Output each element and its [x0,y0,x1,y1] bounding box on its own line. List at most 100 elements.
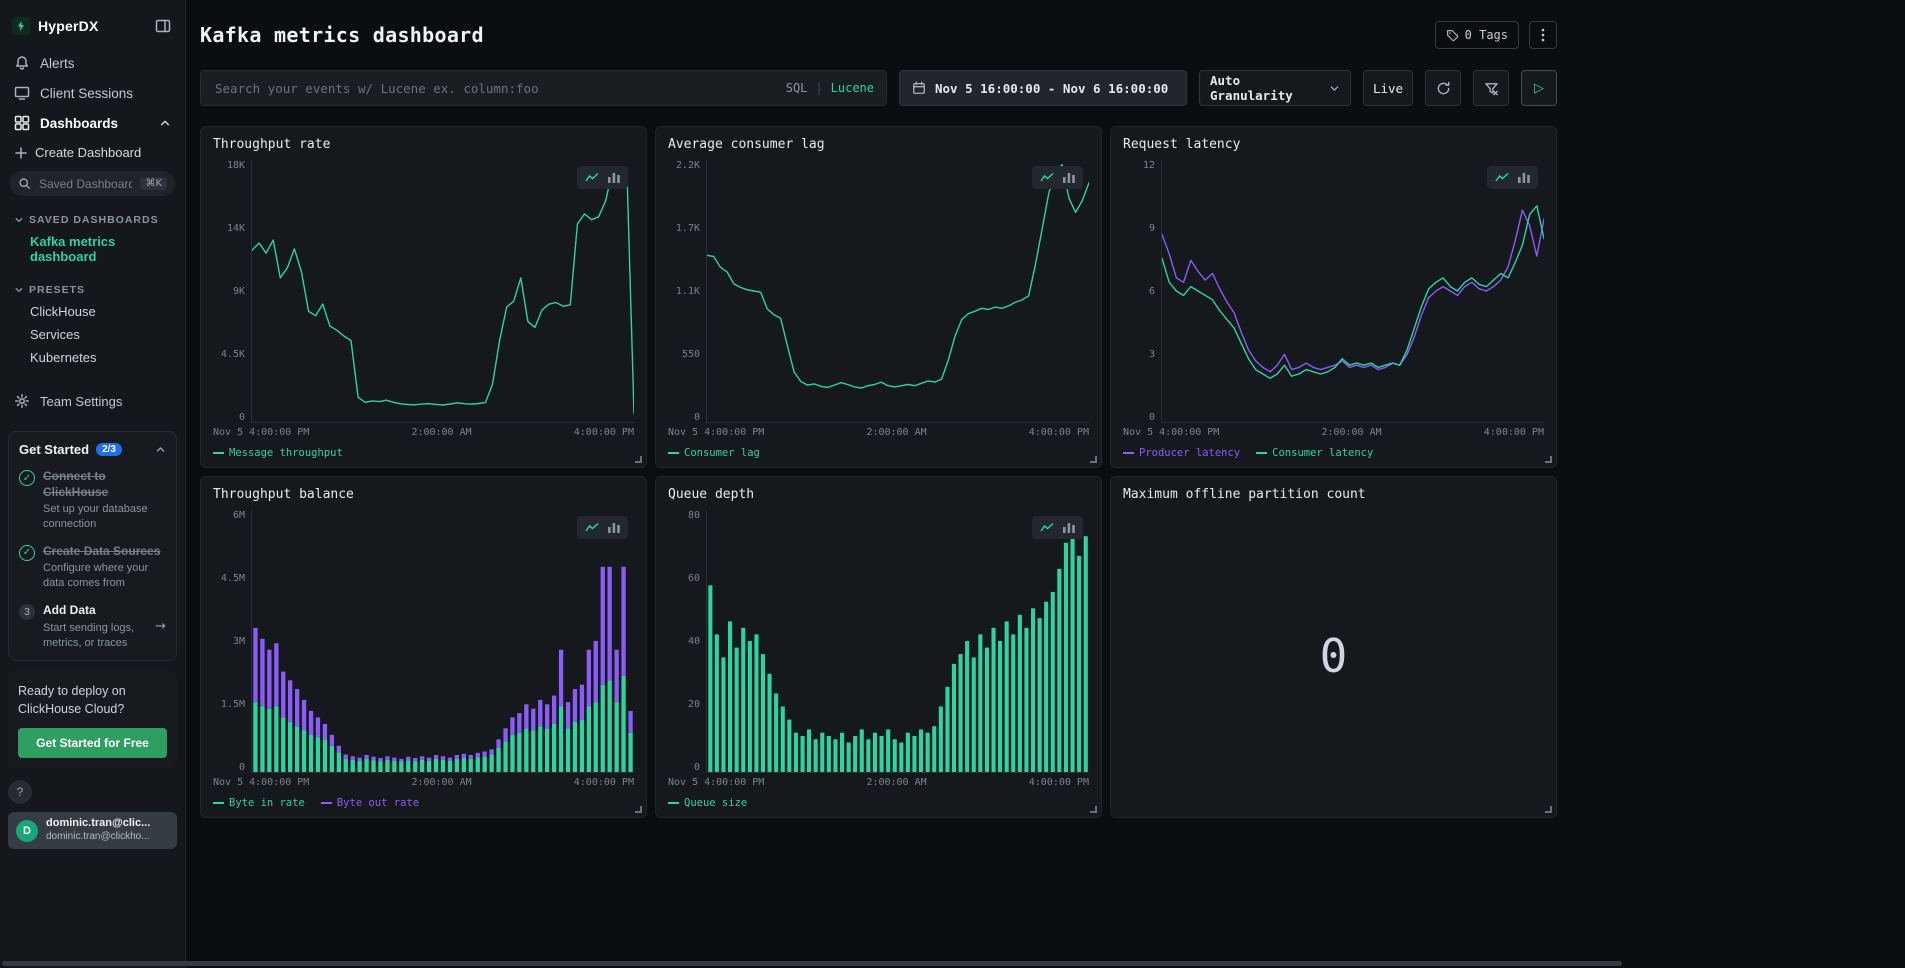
y-axis-tick: 550 [682,349,700,360]
sidebar: HyperDX Alerts Client Sessions Dashboard… [0,0,186,968]
line-chart-icon[interactable] [1495,172,1509,183]
x-axis-tick: 2:00:00 AM [1321,427,1381,438]
chart-panel-consumer-lag: Average consumer lag 2.2K1.7K1.1K5500 No… [655,126,1102,468]
legend-swatch [668,802,679,804]
plot-area[interactable] [706,160,1089,423]
resize-handle[interactable] [635,456,642,463]
cloud-promo-card: Ready to deploy on ClickHouse Cloud? Get… [8,671,177,768]
resize-handle[interactable] [1090,456,1097,463]
run-query-button[interactable]: ▷ [1521,70,1557,106]
legend-item[interactable]: Message throughput [213,446,343,459]
create-dashboard-button[interactable]: Create Dashboard [8,138,177,167]
get-started-step-add-data[interactable]: 3 Add Data Start sending logs, metrics, … [19,603,166,650]
filter-button[interactable] [1473,70,1509,106]
bar-chart-icon[interactable] [1063,172,1075,183]
legend-label: Byte out rate [337,797,419,809]
resize-handle[interactable] [1545,456,1552,463]
saved-dashboards-search-input[interactable] [37,176,134,192]
app-root: HyperDX Alerts Client Sessions Dashboard… [0,0,1905,968]
user-menu[interactable]: D dominic.tran@clic... dominic.tran@clic… [8,812,177,848]
get-started-header[interactable]: Get Started 2/3 [19,442,166,457]
stacked-bar-chart [252,510,634,772]
date-range-picker[interactable]: Nov 5 16:00:00 - Nov 6 16:00:00 [899,70,1187,106]
resize-handle[interactable] [1545,806,1552,813]
x-axis-tick: 4:00:00 PM [574,777,634,788]
user-email: dominic.tran@clickho... [46,831,150,844]
dashboard-menu-button[interactable] [1529,21,1557,49]
x-axis: Nov 5 4:00:00 PM2:00:00 AM4:00:00 PM [668,427,1089,438]
sidebar-item-team-settings[interactable]: Team Settings [8,385,177,417]
y-axis-tick: 18K [227,160,245,171]
chart-legend: Queue size [668,796,1089,809]
chart-type-toggle[interactable] [1487,166,1538,189]
bar-chart-icon[interactable] [1518,172,1530,183]
chart-title: Average consumer lag [668,137,1089,152]
bar-chart-icon[interactable] [608,172,620,183]
x-axis: Nov 5 4:00:00 PM2:00:00 AM4:00:00 PM [213,777,634,788]
dashboard-grid: Throughput rate 18K14K9K4.5K0 Nov 5 4:00… [200,126,1557,818]
bar-chart [707,510,1089,772]
lucene-toggle[interactable]: Lucene [831,81,874,95]
chart-title: Maximum offline partition count [1123,487,1544,502]
help-button[interactable]: ? [8,780,32,804]
event-search[interactable]: SQL | Lucene [200,70,887,106]
y-axis: 6M4.5M3M1.5M0 [213,510,251,773]
avatar: D [16,820,38,842]
legend-item[interactable]: Queue size [668,796,747,809]
granularity-select[interactable]: Auto Granularity [1199,70,1351,106]
y-axis-tick: 6 [1149,286,1155,297]
legend-item[interactable]: Producer latency [1123,446,1240,459]
saved-dashboards-heading[interactable]: SAVED DASHBOARDS [8,210,177,230]
event-search-input[interactable] [213,80,778,97]
get-started-free-button[interactable]: Get Started for Free [18,728,167,758]
get-started-step-datasources[interactable]: ✓ Create Data Sources Configure where yo… [19,544,166,591]
collapse-sidebar-icon[interactable] [153,16,173,36]
plot-area[interactable] [706,510,1089,773]
y-axis-tick: 1.5M [221,699,245,710]
chart-type-toggle[interactable] [1032,166,1083,189]
sidebar-item-preset-services[interactable]: Services [8,323,177,346]
bar-chart-icon[interactable] [1063,522,1075,533]
legend-item[interactable]: Consumer lag [668,446,760,459]
chart-type-toggle[interactable] [577,166,628,189]
line-chart-icon[interactable] [585,522,599,533]
chevron-down-icon [14,285,24,295]
legend-item[interactable]: Byte out rate [321,796,419,809]
legend-item[interactable]: Consumer latency [1256,446,1373,459]
plot-area[interactable] [1161,160,1544,423]
saved-dashboards-search[interactable]: ⌘K [10,171,175,196]
y-axis: 2.2K1.7K1.1K5500 [668,160,706,423]
sidebar-item-client-sessions[interactable]: Client Sessions [8,78,177,108]
sidebar-item-dashboards[interactable]: Dashboards [8,108,177,138]
sidebar-item-label: Client Sessions [40,86,133,101]
line-chart-icon[interactable] [1040,172,1054,183]
plot-area[interactable] [251,510,634,773]
x-axis-tick: Nov 5 4:00:00 PM [213,777,309,788]
line-chart-icon[interactable] [585,172,599,183]
bar-chart-icon[interactable] [608,522,620,533]
chart-panel-throughput-rate: Throughput rate 18K14K9K4.5K0 Nov 5 4:00… [200,126,647,468]
resize-handle[interactable] [1090,806,1097,813]
refresh-icon [1436,81,1451,96]
refresh-button[interactable] [1425,70,1461,106]
tags-button[interactable]: 0 Tags [1435,21,1519,49]
sidebar-item-preset-kubernetes[interactable]: Kubernetes [8,346,177,369]
get-started-step-connect[interactable]: ✓ Connect to ClickHouse Set up your data… [19,469,166,532]
sidebar-item-alerts[interactable]: Alerts [8,48,177,78]
line-chart-icon[interactable] [1040,522,1054,533]
plot-area[interactable] [251,160,634,423]
y-axis-tick: 4.5M [221,573,245,584]
chart-type-toggle[interactable] [577,516,628,539]
sidebar-item-kafka-dashboard[interactable]: Kafka metrics dashboard [8,230,177,268]
presets-heading[interactable]: PRESETS [8,280,177,300]
sql-toggle[interactable]: SQL [786,81,808,95]
legend-item[interactable]: Byte in rate [213,796,305,809]
chart-legend: Byte in rate Byte out rate [213,796,634,809]
horizontal-scrollbar[interactable] [2,961,1622,966]
chart-type-toggle[interactable] [1032,516,1083,539]
live-button[interactable]: Live [1363,70,1413,106]
shortcut-badge: ⌘K [140,177,167,190]
sidebar-item-preset-clickhouse[interactable]: ClickHouse [8,300,177,323]
page-header: Kafka metrics dashboard 0 Tags [200,18,1557,52]
resize-handle[interactable] [635,806,642,813]
